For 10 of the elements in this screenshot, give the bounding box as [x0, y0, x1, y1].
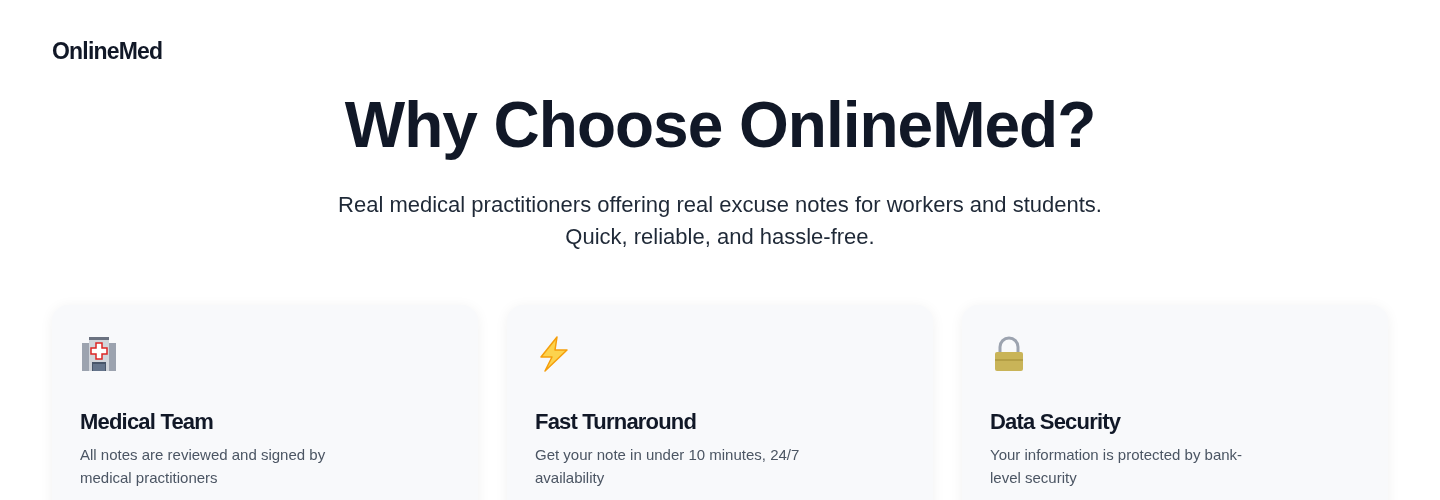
feature-title: Fast Turnaround [535, 408, 698, 436]
feature-title: Data Security [990, 408, 1122, 436]
brand-logo[interactable]: OnlineMed [52, 0, 1388, 65]
hero-subtitle: Real medical practitioners offering real excuse notes for workers and students. Quick, reliable, and hassle-free. [337, 191, 1103, 251]
feature-description: Your information is protected by bank-level security [990, 445, 1244, 488]
hospital-icon [80, 335, 118, 373]
hero-title: Why Choose OnlineMed? [343, 88, 1097, 163]
feature-description: Get your note in under 10 minutes, 24/7 availability [535, 445, 801, 488]
feature-title: Medical Team [80, 408, 215, 436]
feature-description: All notes are reviewed and signed by medical practitioners [80, 445, 327, 488]
